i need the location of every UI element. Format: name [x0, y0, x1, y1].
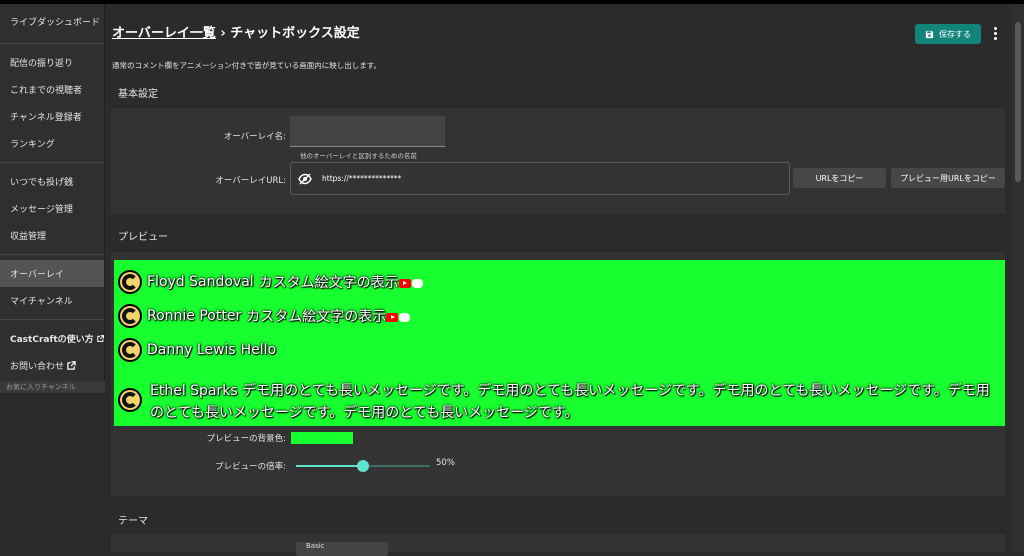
preview-bg-label: プレビューの背景色: [206, 434, 286, 444]
chat-text: カスタム絵文字の表示 [259, 272, 423, 292]
avatar [118, 270, 142, 294]
sidebar: ライブダッシュボード 配信の振り返り これまでの視聴者 チャンネル登録者 ランキ… [0, 4, 105, 552]
preview-section: プレビュー Floyd Sandoval カスタム絵文字の表示 Ronnie P… [111, 218, 1005, 496]
scrollbar-thumb[interactable] [1015, 22, 1021, 182]
sidebar-item-how-to-use[interactable]: CastCraftの使い方 [0, 325, 104, 352]
custom-emoji-icon [399, 312, 411, 322]
avatar [118, 338, 142, 362]
chat-message: Ethel Sparks デモ用のとても長いメッセージです。デモ用のとても長いメ… [118, 380, 998, 424]
youtube-emoji-icon [398, 278, 411, 288]
breadcrumb-separator: › [220, 26, 226, 41]
sidebar-item-my-channel[interactable]: マイチャンネル [0, 287, 104, 314]
overlay-url-value: https://************** [322, 174, 402, 183]
save-button[interactable]: 保存する [915, 24, 981, 44]
sidebar-item-subscribers[interactable]: チャンネル登録者 [0, 103, 104, 130]
chat-message: Floyd Sandoval カスタム絵文字の表示 [118, 270, 423, 294]
chat-text: Ethel Sparks デモ用のとても長いメッセージです。デモ用のとても長いメ… [150, 383, 990, 421]
section-title: テーマ [111, 504, 1005, 534]
zoom-slider-track[interactable] [363, 465, 430, 467]
basic-settings-section: 基本設定 オーバーレイ名: 他のオーバーレイと区別するための名前 オーバーレイU… [111, 76, 1005, 214]
sidebar-item-label: メッセージ管理 [10, 205, 73, 215]
theme-section: テーマ Basic [111, 504, 1005, 556]
overlay-name-label: オーバーレイ名: [223, 132, 286, 142]
preview-bg-color-swatch[interactable] [291, 432, 353, 444]
chat-author: Floyd Sandoval [147, 274, 254, 290]
page-title: オーバーレイ一覧 › チャットボックス設定 [112, 22, 360, 41]
sidebar-item-label: ランキング [10, 140, 55, 150]
sidebar-item-tipping[interactable]: いつでも投げ銭 [0, 168, 104, 195]
sidebar-item-contact[interactable]: お問い合わせ [0, 352, 104, 379]
sidebar-item-revenue[interactable]: 収益管理 [0, 222, 104, 249]
page-title-text: チャットボックス設定 [230, 26, 360, 41]
chat-text: カスタム絵文字の表示 [246, 306, 411, 326]
sidebar-item-overlay[interactable]: オーバーレイ [0, 260, 104, 287]
theme-select[interactable]: Basic [296, 542, 388, 556]
zoom-slider-thumb[interactable] [357, 460, 369, 472]
overlay-name-hint: 他のオーバーレイと区別するための名前 [300, 152, 417, 160]
sidebar-divider [0, 319, 104, 320]
sidebar-item-label: お問い合わせ [10, 362, 65, 372]
sidebar-item-ranking[interactable]: ランキング [0, 130, 104, 157]
preview-zoom-label: プレビューの倍率: [215, 462, 286, 472]
main-content: オーバーレイ一覧 › チャットボックス設定 保存する 通常のコメント欄をアニメー… [106, 4, 1012, 556]
eye-off-icon[interactable] [298, 172, 312, 185]
sidebar-item-label: マイチャンネル [10, 297, 73, 307]
sidebar-item-label: いつでも投げ銭 [10, 178, 74, 188]
chat-author: Danny Lewis [147, 342, 236, 358]
section-title: 基本設定 [111, 76, 1005, 108]
external-link-icon [67, 361, 76, 370]
sidebar-item-live-dashboard[interactable]: ライブダッシュボード [0, 4, 104, 38]
sidebar-item-label: CastCraftの使い方 [10, 335, 94, 345]
sidebar-item-label: オーバーレイ [10, 270, 64, 280]
custom-emoji-icon [411, 278, 423, 288]
chat-author: Ronnie Potter [147, 308, 242, 324]
avatar [118, 388, 142, 412]
more-options-icon[interactable] [990, 24, 1000, 42]
avatar [118, 304, 142, 328]
zoom-value: 50% [436, 458, 455, 468]
chat-message: Danny Lewis Hello [118, 338, 276, 362]
external-link-icon [96, 335, 104, 342]
chat-text: Hello [240, 342, 277, 358]
save-button-label: 保存する [939, 29, 971, 39]
sidebar-item-label: 配信の振り返り [10, 59, 74, 69]
floppy-disk-icon [925, 30, 934, 38]
sidebar-divider [0, 43, 104, 44]
sidebar-item-messages[interactable]: メッセージ管理 [0, 195, 104, 222]
chat-author: Ethel Sparks [150, 383, 238, 399]
overlay-url-label: オーバーレイURL: [215, 176, 286, 186]
youtube-emoji-icon [386, 312, 399, 322]
sidebar-item-past-viewers[interactable]: これまでの視聴者 [0, 76, 104, 103]
sidebar-divider [0, 254, 104, 255]
sidebar-divider [0, 162, 104, 163]
sidebar-item-stream-review[interactable]: 配信の振り返り [0, 49, 104, 76]
chat-message: Ronnie Potter カスタム絵文字の表示 [118, 304, 411, 328]
copy-url-button[interactable]: URLをコピー [793, 168, 886, 188]
copy-preview-url-button[interactable]: プレビュー用URLをコピー [891, 168, 1005, 188]
page-scrollbar[interactable] [1012, 4, 1024, 552]
sidebar-item-label: ライブダッシュボード [10, 17, 101, 28]
favorite-channels-header: お気に入りチャンネル [0, 381, 105, 393]
breadcrumb-overlay-list[interactable]: オーバーレイ一覧 [112, 26, 216, 41]
sidebar-item-label: これまでの視聴者 [10, 86, 83, 96]
chat-preview-canvas: Floyd Sandoval カスタム絵文字の表示 Ronnie Potter … [114, 260, 1005, 426]
sidebar-item-label: 収益管理 [10, 232, 47, 242]
page-description: 通常のコメント欄をアニメーション付きで皆が見ている画面内に映し出します。 [112, 61, 381, 70]
zoom-slider-fill [296, 465, 363, 467]
favorite-channels-list [0, 393, 105, 552]
overlay-url-field[interactable]: https://************** [290, 162, 790, 195]
overlay-name-input[interactable] [290, 116, 445, 147]
section-title: プレビュー [111, 218, 1005, 252]
sidebar-item-label: チャンネル登録者 [10, 113, 82, 123]
